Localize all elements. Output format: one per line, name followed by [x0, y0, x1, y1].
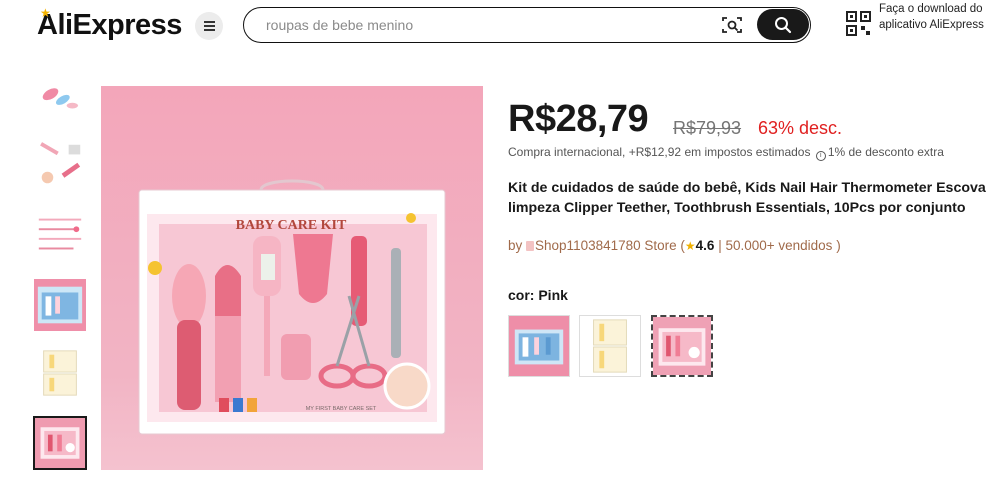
- search-input[interactable]: [266, 15, 706, 35]
- menu-button[interactable]: [195, 12, 223, 40]
- box-subtitle: MY FIRST BABY CARE SET: [306, 406, 377, 412]
- shop-icon: [526, 241, 535, 251]
- star-icon: ★: [684, 239, 696, 253]
- app-download-link[interactable]: Faça o download do aplicativo AliExpress: [879, 1, 987, 33]
- product-title: Kit de cuidados de saúde do bebê, Kids N…: [508, 178, 989, 218]
- main-product-image[interactable]: BABY CARE KIT MY FIRST BABY CARE SET: [101, 86, 483, 470]
- thumbnail-4[interactable]: [33, 278, 87, 332]
- thumbnail-2[interactable]: [33, 138, 87, 192]
- sold-count: 50.000+ vendidos: [725, 238, 833, 253]
- discount-badge: 63% desc.: [758, 118, 843, 138]
- aliexpress-logo[interactable]: ★ AliExpress: [37, 6, 182, 42]
- top-header: ★ AliExpress Faça o download do aplicati…: [0, 0, 989, 52]
- extra-discount: 1% de desconto extra: [827, 145, 944, 159]
- camera-search-icon[interactable]: [722, 16, 742, 34]
- current-price: R$28,79: [508, 98, 649, 140]
- thumbnail-6[interactable]: [33, 416, 87, 470]
- color-swatch-2[interactable]: [579, 315, 641, 377]
- logo-star-icon: ★: [40, 6, 51, 20]
- qr-code-icon[interactable]: [846, 11, 871, 36]
- search-icon: [775, 16, 792, 33]
- international-purchase-note: Compra internacional, +R$12,92 em impost…: [508, 145, 944, 161]
- thumbnail-3[interactable]: [33, 208, 87, 262]
- store-rating: 4.6: [695, 238, 715, 253]
- product-title-line-2: limpeza Clipper Teether, Toothbrush Esse…: [508, 200, 966, 216]
- product-title-line-1: Kit de cuidados de saúde do bebê, Kids N…: [508, 180, 986, 196]
- search-button[interactable]: [757, 9, 809, 40]
- store-info: by Shop1103841780 Store (★4.6 | 50.000+ …: [508, 238, 841, 253]
- search-bar: [243, 7, 811, 43]
- thumbnail-5[interactable]: [33, 346, 87, 400]
- color-swatch-1[interactable]: [508, 315, 570, 377]
- color-swatch-3[interactable]: [651, 315, 713, 377]
- menu-icon: [203, 25, 215, 27]
- color-label: cor: Pink: [508, 287, 568, 303]
- original-price: R$79,93: [673, 118, 742, 138]
- box-title: BABY CARE KIT: [236, 218, 347, 233]
- thumbnail-1[interactable]: [33, 78, 87, 118]
- store-link[interactable]: Shop1103841780 Store: [535, 238, 677, 253]
- tax-note: Compra internacional, +R$12,92 em impost…: [508, 145, 811, 159]
- store-by: by: [508, 238, 523, 253]
- info-icon[interactable]: i: [815, 151, 826, 161]
